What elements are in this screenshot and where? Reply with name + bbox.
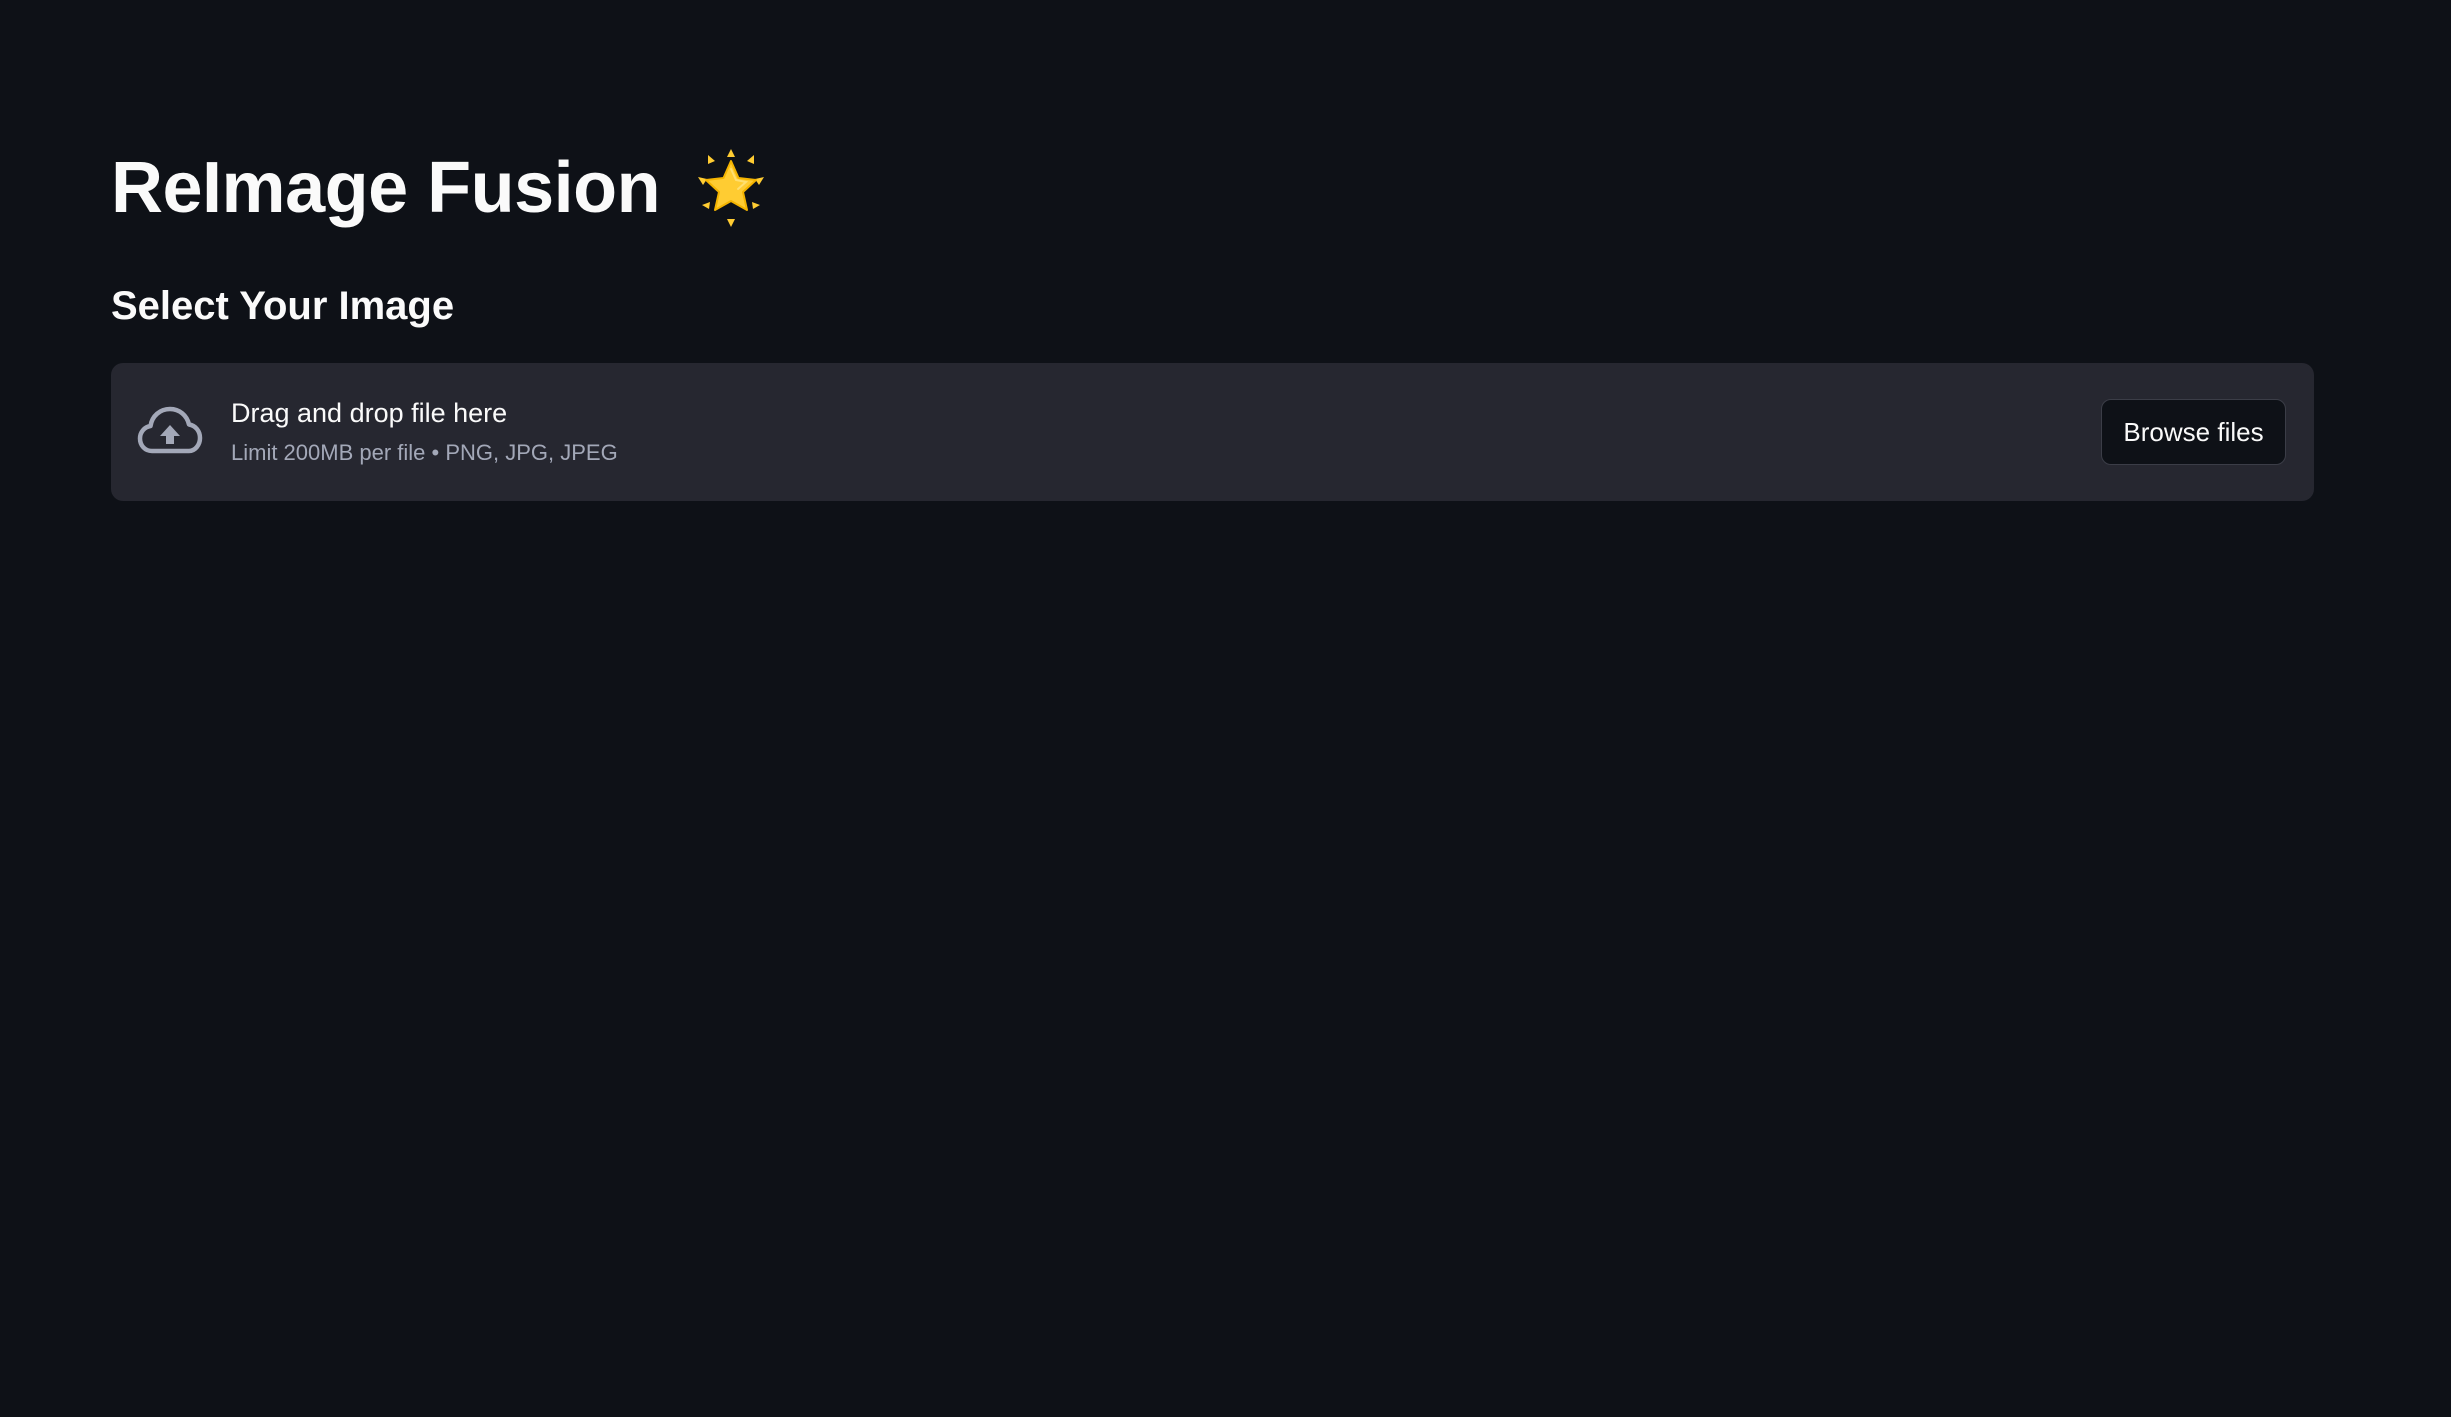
section-subheader: Select Your Image (111, 284, 455, 328)
dropzone-text: Drag and drop file here Limit 200MB per … (231, 397, 618, 467)
app-page: ReImage Fusion Select Your Image Drag an… (0, 0, 2451, 1417)
cloud-upload-icon (137, 401, 203, 461)
dropzone-limit-text: Limit 200MB per file • PNG, JPG, JPEG (231, 440, 618, 466)
file-dropzone[interactable]: Drag and drop file here Limit 200MB per … (111, 363, 2314, 501)
title-row: ReImage Fusion (111, 138, 772, 238)
glowing-star-icon (690, 147, 772, 229)
page-title: ReImage Fusion (111, 148, 661, 228)
browse-files-button[interactable]: Browse files (2101, 399, 2286, 465)
dropzone-instructions: Drag and drop file here (231, 398, 508, 428)
